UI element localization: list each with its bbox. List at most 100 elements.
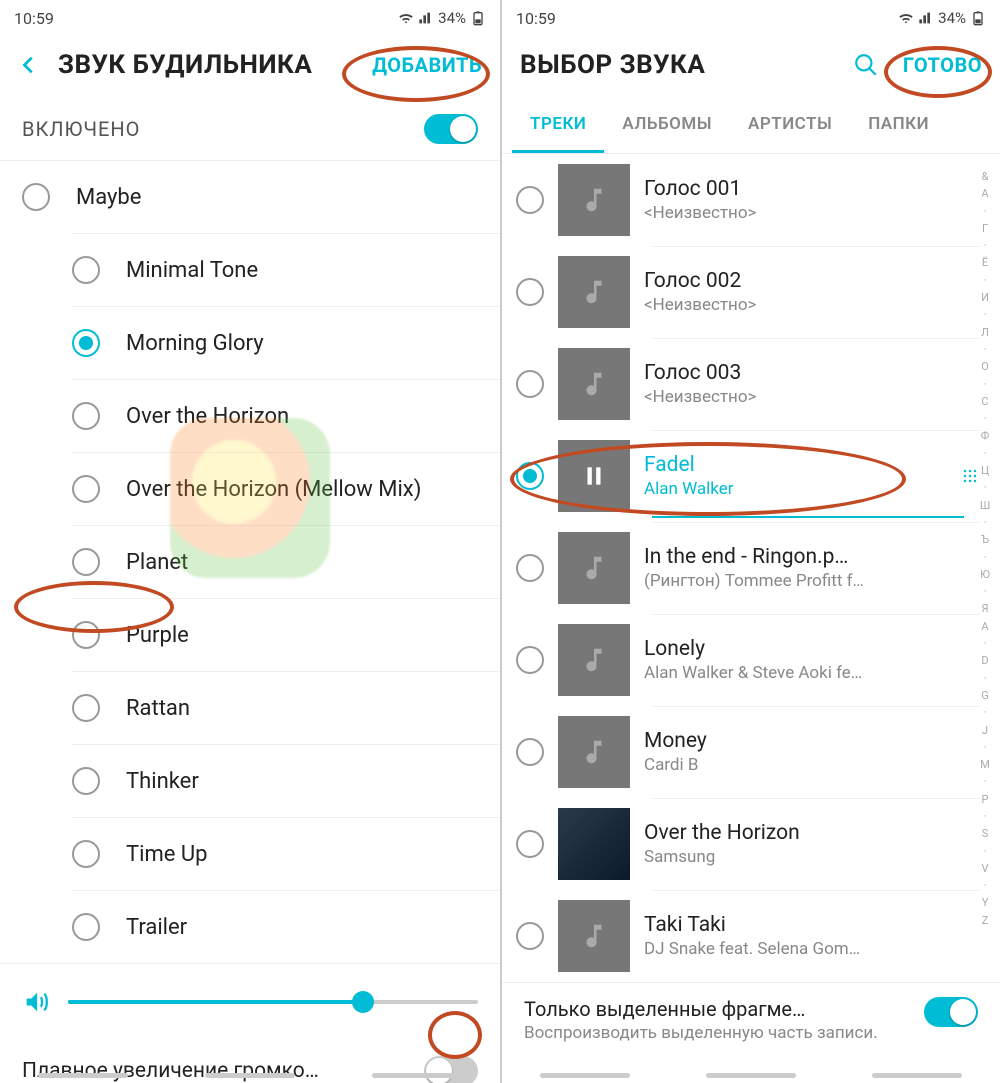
track-row[interactable]: In the end - Ringon.p… (Рингтон) Tommee … xyxy=(502,522,1000,614)
tab[interactable]: ПАПКИ xyxy=(850,98,947,153)
index-letter[interactable]: · xyxy=(984,447,987,460)
index-letter[interactable]: V xyxy=(981,862,988,875)
radio-button[interactable] xyxy=(72,621,100,649)
sound-option[interactable]: Thinker xyxy=(72,744,500,817)
track-row[interactable]: Голос 002 <Неизвестно> xyxy=(502,246,1000,338)
index-letter[interactable]: Ц xyxy=(981,464,989,477)
index-letter[interactable]: · xyxy=(984,810,987,823)
tab[interactable]: АЛЬБОМЫ xyxy=(604,98,730,153)
index-letter[interactable]: · xyxy=(984,706,987,719)
fragment-toggle[interactable] xyxy=(924,997,978,1027)
radio-button[interactable] xyxy=(72,767,100,795)
index-letter[interactable]: · xyxy=(984,274,987,287)
index-letter[interactable]: · xyxy=(984,343,987,356)
track-row[interactable]: Голос 003 <Неизвестно> xyxy=(502,338,1000,430)
radio-button[interactable] xyxy=(516,186,544,214)
radio-button[interactable] xyxy=(516,554,544,582)
index-letter[interactable]: Г xyxy=(982,222,988,235)
radio-button[interactable] xyxy=(72,402,100,430)
index-letter[interactable]: & xyxy=(982,170,989,183)
radio-button[interactable] xyxy=(72,840,100,868)
index-letter[interactable]: · xyxy=(984,516,987,529)
index-letter[interactable]: Ю xyxy=(980,568,990,581)
radio-button[interactable] xyxy=(72,913,100,941)
index-letter[interactable]: J xyxy=(982,724,988,737)
radio-button[interactable] xyxy=(516,738,544,766)
radio-button[interactable] xyxy=(516,278,544,306)
index-letter[interactable]: Я xyxy=(981,602,988,615)
radio-button[interactable] xyxy=(72,548,100,576)
back-button[interactable] xyxy=(18,54,40,76)
radio-button[interactable] xyxy=(516,922,544,950)
radio-button[interactable] xyxy=(516,462,544,490)
index-letter[interactable]: А xyxy=(981,187,988,200)
index-letter[interactable]: Ъ xyxy=(981,533,989,546)
track-row[interactable]: Голос 001 <Неизвестно> xyxy=(502,154,1000,246)
index-letter[interactable]: · xyxy=(984,775,987,788)
radio-button[interactable] xyxy=(516,646,544,674)
index-letter[interactable]: · xyxy=(984,378,987,391)
index-letter[interactable]: Л xyxy=(981,326,989,339)
index-letter[interactable]: Ё xyxy=(982,256,988,269)
index-letter[interactable]: · xyxy=(984,239,987,252)
index-scrubber[interactable]: & А · Г · Ё · И · Л · О · С · Ф · Ц · Ш · Ъ · Ю · ЯA · D · G · J · M · P · S ·… xyxy=(974,164,996,933)
sound-option[interactable]: Trailer xyxy=(72,890,500,963)
index-letter[interactable]: · xyxy=(984,412,987,425)
radio-button[interactable] xyxy=(516,370,544,398)
index-letter[interactable]: · xyxy=(984,585,987,598)
sound-option[interactable]: Planet xyxy=(72,525,500,598)
radio-button[interactable] xyxy=(22,183,50,211)
sound-option[interactable]: Rattan xyxy=(72,671,500,744)
sound-option[interactable]: Time Up xyxy=(72,817,500,890)
radio-button[interactable] xyxy=(516,830,544,858)
sound-option[interactable]: Minimal Tone xyxy=(72,233,500,306)
index-letter[interactable]: A xyxy=(981,620,988,633)
index-letter[interactable]: Y xyxy=(982,896,989,909)
index-letter[interactable]: · xyxy=(984,205,987,218)
done-button[interactable]: ГОТОВО xyxy=(903,53,982,77)
sound-option[interactable]: Morning Glory xyxy=(72,306,500,379)
radio-button[interactable] xyxy=(72,475,100,503)
index-letter[interactable]: · xyxy=(984,672,987,685)
sound-list[interactable]: Maybe Minimal Tone Morning Glory Over th… xyxy=(0,161,500,963)
track-row[interactable]: Over the Horizon Samsung xyxy=(502,798,1000,890)
radio-button[interactable] xyxy=(72,694,100,722)
index-letter[interactable]: G xyxy=(981,689,989,702)
index-letter[interactable]: Ш xyxy=(980,499,990,512)
track-row[interactable]: Money Cardi B xyxy=(502,706,1000,798)
status-bar: 10:59 34% xyxy=(502,0,1000,36)
track-row[interactable]: Fadel Alan Walker xyxy=(502,430,1000,522)
index-letter[interactable]: · xyxy=(984,551,987,564)
index-letter[interactable]: О xyxy=(981,360,989,373)
index-letter[interactable]: С xyxy=(981,395,988,408)
index-letter[interactable]: P xyxy=(982,793,989,806)
index-letter[interactable]: Ф xyxy=(981,429,990,442)
sound-option[interactable]: Purple xyxy=(72,598,500,671)
index-letter[interactable]: · xyxy=(984,481,987,494)
track-list[interactable]: Голос 001 <Неизвестно> Голос 002 <Неизве… xyxy=(502,154,1000,982)
index-letter[interactable]: Z xyxy=(982,914,989,927)
index-letter[interactable]: И xyxy=(981,291,989,304)
sound-option[interactable]: Over the Horizon xyxy=(72,379,500,452)
enabled-row: ВКЛЮЧЕНО xyxy=(0,98,500,161)
radio-button[interactable] xyxy=(72,256,100,284)
index-letter[interactable]: · xyxy=(984,741,987,754)
tab[interactable]: ТРЕКИ xyxy=(512,98,604,153)
add-button[interactable]: ДОБАВИТЬ xyxy=(372,53,482,77)
enabled-toggle[interactable] xyxy=(424,114,478,144)
index-letter[interactable]: S xyxy=(982,827,989,840)
index-letter[interactable]: · xyxy=(984,845,987,858)
sound-option[interactable]: Over the Horizon (Mellow Mix) xyxy=(72,452,500,525)
radio-button[interactable] xyxy=(72,329,100,357)
tab[interactable]: АРТИСТЫ xyxy=(730,98,850,153)
search-button[interactable] xyxy=(853,52,879,78)
volume-slider[interactable] xyxy=(68,1000,478,1004)
index-letter[interactable]: · xyxy=(984,879,987,892)
index-letter[interactable]: · xyxy=(984,308,987,321)
track-row[interactable]: Lonely Alan Walker & Steve Aoki fe… xyxy=(502,614,1000,706)
index-letter[interactable]: D xyxy=(981,654,988,667)
index-letter[interactable]: M xyxy=(980,758,990,771)
track-row[interactable]: Taki Taki DJ Snake feat. Selena Gom… xyxy=(502,890,1000,982)
sound-option[interactable]: Maybe xyxy=(0,161,500,233)
index-letter[interactable]: · xyxy=(984,637,987,650)
